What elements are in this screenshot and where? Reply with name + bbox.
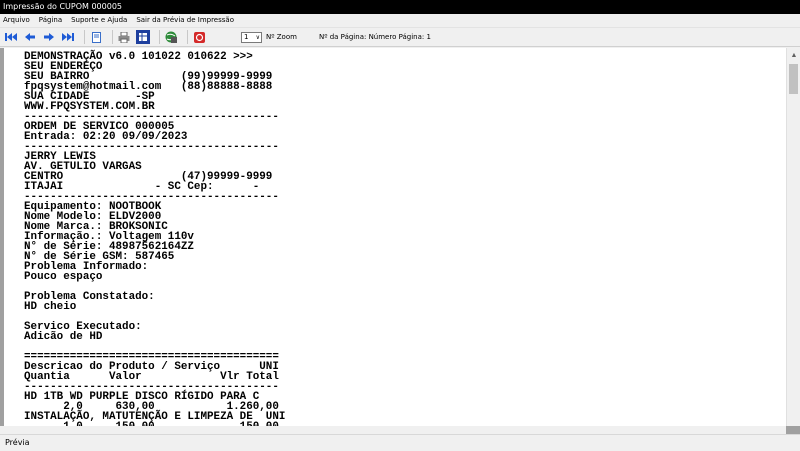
export-button[interactable] — [164, 30, 178, 44]
next-page-button[interactable] — [42, 30, 56, 44]
last-page-icon — [62, 33, 74, 41]
menu-suporte-ajuda[interactable]: Suporte e Ajuda — [71, 14, 127, 26]
first-page-button[interactable] — [4, 30, 18, 44]
grid-view-button[interactable] — [136, 30, 150, 44]
toolbar: 1 ∨ Nº Zoom Nº da Página: Número Página:… — [0, 27, 800, 47]
zoom-select[interactable]: 1 ∨ — [241, 31, 262, 43]
horizontal-scrollbar[interactable] — [0, 426, 786, 434]
receipt-line: Pouco espaço — [24, 271, 103, 283]
first-page-icon — [5, 33, 17, 41]
chevron-down-icon: ∨ — [255, 33, 260, 41]
zoom-value: 1 — [244, 32, 249, 41]
previous-page-button[interactable] — [23, 30, 37, 44]
stop-icon — [193, 31, 205, 43]
previous-page-icon — [25, 33, 35, 41]
receipt-line: HD cheio — [24, 301, 77, 313]
print-button[interactable] — [117, 30, 131, 44]
globe-icon — [165, 31, 177, 43]
zoom-label: Nº Zoom — [266, 33, 297, 41]
last-page-button[interactable] — [61, 30, 75, 44]
menu-sair-previa[interactable]: Sair da Prévia de Impressão — [136, 14, 234, 26]
toolbar-separator — [187, 30, 188, 44]
receipt-line: Adicão de HD — [24, 331, 103, 343]
receipt-text: DEMONSTRAÇÃO v6.0 101022 010622 >>> SEU E… — [24, 52, 285, 426]
window-title: Impressão do CUPOM 000005 — [0, 0, 800, 14]
vertical-scrollbar[interactable]: ▲ — [786, 48, 800, 426]
toolbar-separator — [159, 30, 160, 44]
receipt-page: DEMONSTRAÇÃO v6.0 101022 010622 >>> SEU E… — [4, 48, 786, 426]
status-bar: Prévia — [0, 434, 800, 450]
preview-area: DEMONSTRAÇÃO v6.0 101022 010622 >>> SEU E… — [0, 48, 800, 434]
menu-bar: Arquivo Página Suporte e Ajuda Sair da P… — [0, 14, 800, 26]
printer-icon — [118, 31, 130, 43]
menu-pagina[interactable]: Página — [39, 14, 62, 26]
scrollbar-thumb[interactable] — [789, 64, 798, 94]
page-view-button[interactable] — [89, 30, 103, 44]
menu-arquivo[interactable]: Arquivo — [3, 14, 30, 26]
page-number-label: Nº da Página: Número Página: 1 — [318, 33, 431, 41]
scroll-up-icon[interactable]: ▲ — [787, 48, 800, 62]
close-preview-button[interactable] — [192, 30, 206, 44]
page-icon — [91, 31, 101, 43]
toolbar-separator — [112, 30, 113, 44]
grid-icon — [139, 33, 147, 41]
toolbar-separator — [84, 30, 85, 44]
next-page-icon — [44, 33, 54, 41]
